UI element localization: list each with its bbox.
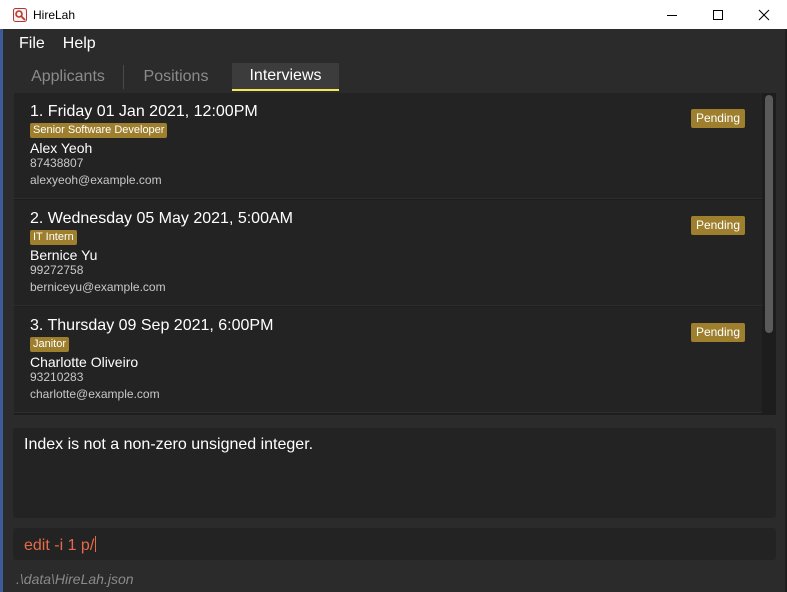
applicant-email: berniceyu@example.com [30, 280, 166, 294]
tab-positions[interactable]: Positions [128, 63, 224, 91]
applicant-phone: 99272758 [30, 263, 84, 277]
applicant-name: Charlotte Oliveiro [30, 354, 139, 370]
status-badge: Pending [690, 323, 745, 342]
maximize-icon [713, 9, 723, 20]
text-caret [95, 536, 97, 552]
command-value: edit -i 1 p/ [24, 537, 95, 554]
applicant-email: charlotte@example.com [30, 387, 160, 401]
applicant-email: alexyeoh@example.com [30, 173, 162, 187]
status-bar: .\data\HireLah.json [3, 566, 785, 592]
position-tag: Janitor [30, 337, 70, 352]
close-icon [758, 9, 770, 20]
window-controls [649, 0, 787, 29]
tab-divider [123, 65, 124, 89]
command-input-text[interactable]: edit -i 1 p/ [24, 536, 97, 555]
interview-card[interactable]: 1. Friday 01 Jan 2021, 12:00PM Senior So… [14, 93, 762, 199]
interview-card[interactable]: 3. Thursday 09 Sep 2021, 6:00PM Janitor … [14, 307, 762, 413]
app-logo-icon [13, 7, 27, 22]
tab-applicants[interactable]: Applicants [14, 63, 122, 91]
scrollbar-thumb[interactable] [765, 95, 773, 333]
status-badge: Pending [690, 216, 745, 235]
interview-list[interactable]: 1. Friday 01 Jan 2021, 12:00PM Senior So… [14, 93, 776, 415]
command-input[interactable]: edit -i 1 p/ [13, 528, 776, 560]
status-badge: Pending [690, 109, 745, 128]
tab-interviews[interactable]: Interviews [232, 63, 339, 91]
result-display: Index is not a non-zero unsigned integer… [13, 428, 776, 518]
interview-title: 2. Wednesday 05 May 2021, 5:00AM [30, 210, 293, 227]
tab-bar: Applicants Positions Interviews [3, 59, 785, 92]
menu-bar: File Help [3, 29, 785, 59]
maximize-button[interactable] [695, 0, 741, 29]
close-button[interactable] [741, 0, 787, 29]
menu-file[interactable]: File [19, 35, 45, 53]
save-file-path: .\data\HireLah.json [16, 571, 134, 587]
interview-title: 1. Friday 01 Jan 2021, 12:00PM [30, 103, 258, 120]
applicant-phone: 87438807 [30, 156, 84, 170]
interview-card[interactable]: 2. Wednesday 05 May 2021, 5:00AM IT Inte… [14, 200, 762, 306]
list-scrollbar[interactable] [762, 93, 776, 415]
applicant-name: Bernice Yu [30, 247, 98, 263]
window-titlebar: HireLah [0, 0, 787, 29]
window-title: HireLah [33, 7, 76, 22]
position-tag: Senior Software Developer [30, 123, 168, 138]
position-tag: IT Intern [30, 230, 77, 245]
applicant-phone: 93210283 [30, 370, 84, 384]
interview-title: 3. Thursday 09 Sep 2021, 6:00PM [30, 317, 274, 334]
applicant-name: Alex Yeoh [30, 140, 93, 156]
window-frame-left [0, 29, 3, 592]
menu-help[interactable]: Help [63, 35, 96, 53]
minimize-icon [667, 14, 677, 16]
result-message: Index is not a non-zero unsigned integer… [24, 436, 314, 453]
minimize-button[interactable] [649, 0, 695, 29]
